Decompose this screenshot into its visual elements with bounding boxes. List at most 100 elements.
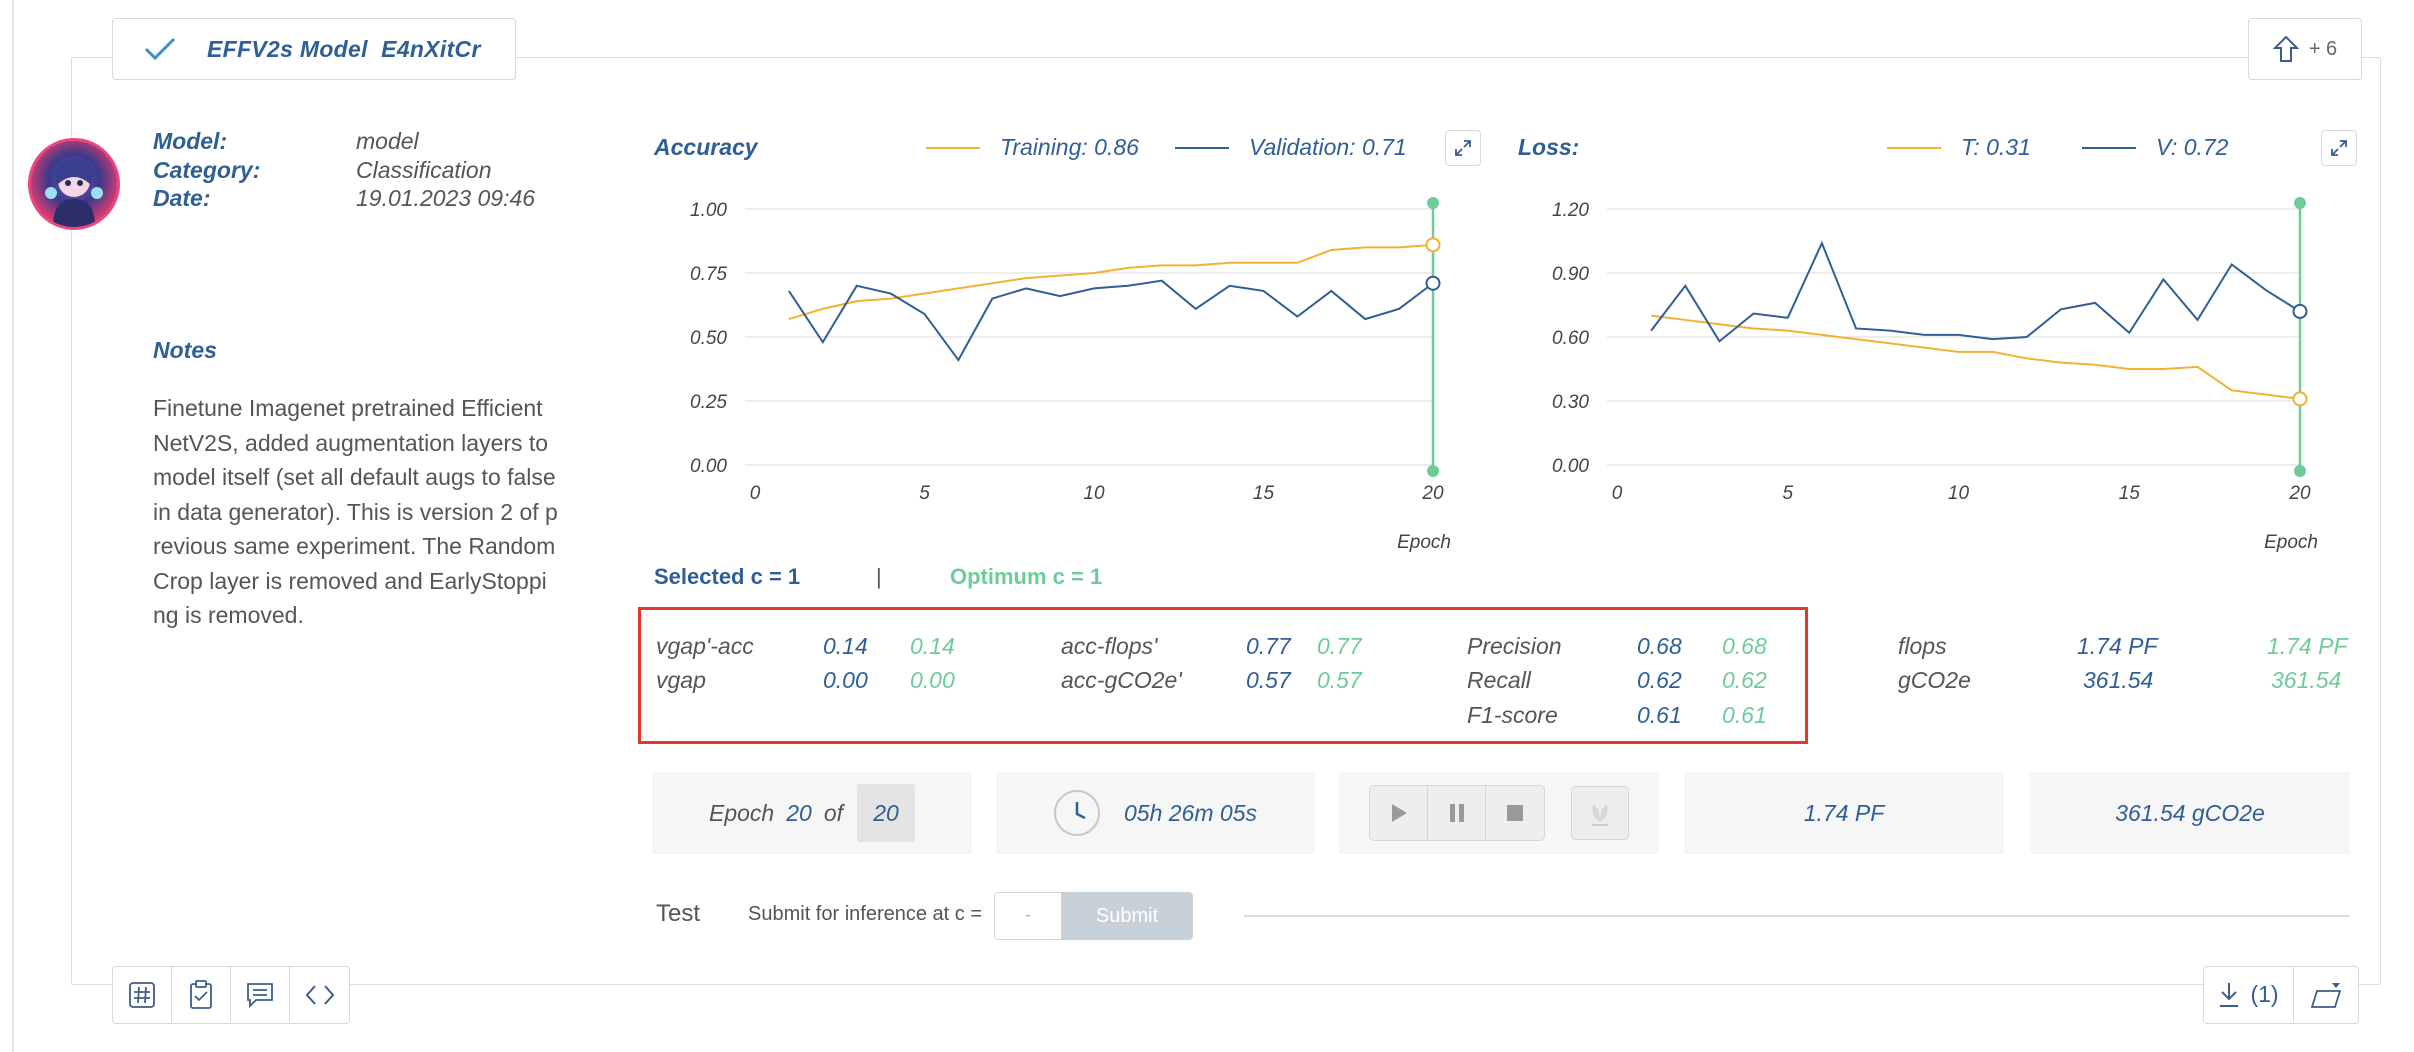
metric-selected-value: 0.68 — [1637, 633, 1682, 659]
training-controls-panel — [1339, 772, 1659, 854]
accuracy-x-tick-label: 5 — [919, 483, 930, 504]
accuracy-chart[interactable]: 0.00 0.25 0.50 0.75 1.00 0 5 10 15 20 Epoch — [640, 190, 1451, 560]
accuracy-expand-button[interactable] — [1445, 130, 1481, 166]
expand-icon — [2331, 140, 2347, 156]
loss-series-t-line — [1651, 314, 2301, 400]
archive-icon — [2310, 982, 2342, 1008]
metric-optimum-value: 0.14 — [910, 633, 955, 659]
date-value: 19.01.2023 09:46 — [356, 185, 536, 211]
metric-label: acc-gCO2e' — [1061, 667, 1182, 693]
metric-label: F1-score — [1467, 702, 1558, 728]
clipboard-check-icon — [190, 979, 212, 1009]
loss-x-tick-label: 20 — [2288, 483, 2311, 504]
metric-selected-value: 0.00 — [823, 667, 868, 693]
metric-optimum-value: 0.61 — [1722, 702, 1767, 728]
pause-icon — [1449, 804, 1464, 822]
metric-optimum-value: 0.68 — [1722, 633, 1767, 659]
pause-button[interactable] — [1428, 786, 1486, 840]
loss-y-tick-label: 0.60 — [1552, 328, 1589, 349]
duration-value: 05h 26m 05s — [1124, 799, 1257, 826]
accuracy-x-tick-label: 10 — [1083, 483, 1105, 504]
hash-button[interactable] — [113, 967, 172, 1022]
category-value: Classification — [356, 157, 492, 183]
loss-y-tick-label: 0.30 — [1552, 392, 1589, 413]
legend-swatch — [1887, 146, 1941, 149]
card-tools-toolbar — [112, 966, 350, 1024]
code-button[interactable] — [290, 967, 349, 1022]
accuracy-series-validation-endpoint — [1425, 275, 1441, 291]
accuracy-chart-title: Accuracy — [654, 134, 758, 160]
metric-optimum-value: 0.77 — [1317, 633, 1362, 659]
metric-selected-value: 1.74 PF — [2077, 633, 2158, 659]
legend-label: V: 0.72 — [2156, 134, 2229, 160]
card-title: EFFV2s Model E4nXitCr — [207, 35, 481, 62]
play-button[interactable] — [1370, 786, 1428, 840]
flops-value: 1.74 PF — [1803, 799, 1885, 826]
share-count: + 6 — [2308, 37, 2338, 60]
loss-chart[interactable]: 0.00 0.30 0.60 0.90 1.20 0 5 10 15 20 Epoch — [1500, 190, 2360, 560]
epoch-total-input[interactable]: 20 — [857, 784, 915, 842]
metric-selected-value: 0.14 — [823, 633, 868, 659]
metric-selected-value: 0.77 — [1246, 633, 1291, 659]
metric-label: vgap — [656, 667, 706, 693]
accuracy-x-axis-title: Epoch — [1397, 532, 1451, 553]
avatar-image — [45, 159, 103, 227]
share-button[interactable]: + 6 — [2248, 18, 2362, 80]
category-label: Category: — [153, 157, 261, 183]
test-divider — [1244, 915, 2350, 917]
emissions-panel: 361.54 gCO2e — [2030, 772, 2350, 854]
comments-button[interactable] — [231, 967, 290, 1022]
submit-button[interactable]: Submit — [1061, 892, 1193, 940]
epoch-current: 20 — [786, 799, 812, 826]
loss-chart-title: Loss: — [1518, 134, 1580, 160]
accuracy-x-tick-label: 15 — [1253, 483, 1275, 504]
archive-button[interactable] — [2294, 967, 2358, 1022]
metric-label: flops — [1898, 633, 1947, 659]
test-c-input[interactable]: - — [994, 892, 1061, 940]
loss-expand-button[interactable] — [2321, 130, 2357, 166]
flops-panel: 1.74 PF — [1684, 772, 2004, 854]
selection-separator: | — [876, 564, 882, 589]
emissions-value: 361.54 gCO2e — [2115, 799, 2265, 826]
accuracy-y-tick-label: 0.00 — [690, 456, 727, 477]
loss-series-t-endpoint — [2292, 391, 2308, 407]
comment-icon — [247, 982, 273, 1008]
legend-label: T: 0.31 — [1961, 134, 2031, 160]
card-actions-toolbar: (1) — [2203, 966, 2359, 1024]
stop-button[interactable] — [1486, 786, 1544, 840]
metric-optimum-value: 1.74 PF — [2267, 633, 2348, 659]
accuracy-x-tick-label: 20 — [1421, 483, 1444, 504]
test-description: Submit for inference at c = — [748, 903, 983, 925]
epoch-panel: Epoch 20 of 20 — [652, 772, 972, 854]
loss-legend-validation: V: 0.72 — [2082, 134, 2228, 161]
metric-label: Recall — [1467, 667, 1531, 693]
accuracy-y-tick-label: 0.75 — [690, 264, 727, 285]
accuracy-series-validation-line — [788, 279, 1434, 362]
metric-optimum-value: 0.62 — [1722, 667, 1767, 693]
accuracy-y-tick-label: 0.25 — [690, 392, 727, 413]
clipboard-button[interactable] — [172, 967, 231, 1022]
metric-optimum-value: 361.54 — [2271, 667, 2342, 693]
loss-y-tick-label: 0.90 — [1552, 264, 1589, 285]
notes-title: Notes — [153, 337, 217, 363]
download-button[interactable]: (1) — [2204, 967, 2294, 1022]
legend-swatch — [2082, 146, 2136, 149]
metric-label: acc-flops' — [1061, 633, 1158, 659]
optimum-c-label: Optimum c = 1 — [950, 564, 1103, 589]
clock-icon — [1054, 790, 1100, 836]
accuracy-y-tick-label: 0.50 — [690, 328, 727, 349]
eco-button[interactable] — [1571, 786, 1629, 840]
loss-y-tick-label: 1.20 — [1552, 200, 1589, 221]
legend-swatch — [1175, 146, 1229, 149]
metric-selected-value: 0.57 — [1246, 667, 1291, 693]
loss-x-tick-label: 5 — [1782, 483, 1793, 504]
loss-series-v-endpoint — [2292, 303, 2308, 319]
card-title-tab[interactable]: EFFV2s Model E4nXitCr — [112, 18, 516, 80]
expand-icon — [1455, 140, 1471, 156]
metric-label: Precision — [1467, 633, 1562, 659]
leaf-icon — [1592, 804, 1608, 826]
accuracy-epoch-marker-bottom — [1427, 465, 1439, 477]
duration-panel: 05h 26m 05s — [996, 772, 1315, 854]
epoch-of-label: of — [823, 799, 843, 826]
selected-c-label: Selected c = 1 — [654, 564, 801, 589]
